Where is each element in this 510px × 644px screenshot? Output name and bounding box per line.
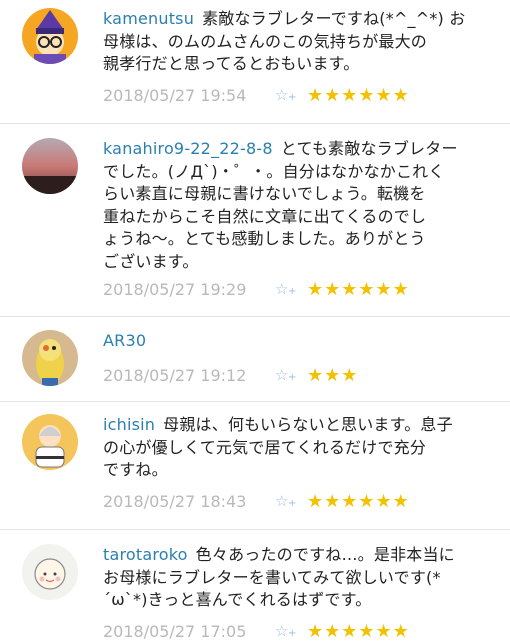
user-avatar-tarotaroko[interactable]: [22, 544, 78, 600]
user-avatar-ichisin[interactable]: [22, 414, 78, 470]
comment-body: kamenutsu 素敵なラブレターですね(*^_^*) お 母様は、のムのムさん…: [103, 8, 496, 76]
star-outline-icon: ☆: [275, 86, 289, 104]
username-link[interactable]: AR30: [103, 331, 146, 350]
comment-body: tarotaroko 色々あったのですね…。是非本当に お母様にラブレターを書いて…: [103, 544, 496, 612]
comment-text-line: 重ねたからこそ自然に文章に出てくるのでし: [103, 206, 427, 226]
comment-text-line: でした。(ノД`)・゜・。自分はなかなかこれく: [103, 161, 445, 181]
star-outline-icon: ☆: [275, 622, 289, 640]
comment-body: kanahiro9-22_22-8-8 とても素敵なラブレター でした。(ノД`)…: [103, 138, 496, 273]
divider: [0, 123, 510, 124]
star-rating: ★★★★★★: [307, 620, 410, 642]
comment-list: kamenutsu 素敵なラブレターですね(*^_^*) お 母様は、のムのムさん…: [0, 0, 510, 642]
user-avatar-AR30[interactable]: [22, 330, 78, 386]
timestamp: 2018/05/27 19:12: [103, 365, 247, 385]
star-rating: ★★★★★★: [307, 84, 410, 106]
parrot-avatar-icon: [22, 330, 78, 386]
sunset-sky-avatar-icon: [22, 138, 78, 194]
comment-text-line: 母様は、のムのムさんのこの気持ちが最大の: [103, 31, 428, 51]
comment-body: ichisin 母親は、何もいらないと思います。息子 の心が優しくて元気で居てくれ…: [103, 414, 496, 482]
username-link[interactable]: kamenutsu: [103, 9, 194, 28]
add-star-button[interactable]: ☆ +: [275, 491, 301, 511]
star-outline-icon: ☆: [275, 492, 289, 510]
username-link[interactable]: kanahiro9-22_22-8-8: [103, 139, 273, 158]
divider: [0, 401, 510, 402]
divider: [0, 529, 510, 530]
star-outline-icon: ☆: [275, 280, 289, 298]
comment-meta: 2018/05/27 18:43 ☆ + ★★★★★★: [103, 490, 410, 512]
add-star-button[interactable]: ☆ +: [275, 279, 301, 299]
add-star-button[interactable]: ☆ +: [275, 365, 301, 385]
add-star-button[interactable]: ☆ +: [275, 85, 301, 105]
comment-text-line: ´ω`*)きっと喜んでくれるはずです。: [103, 590, 372, 609]
comment-meta: 2018/05/27 19:54 ☆ + ★★★★★★: [103, 84, 410, 106]
divider: [0, 316, 510, 317]
comment-text-line: とても素敵なラブレター: [280, 139, 458, 158]
martial-artist-avatar-icon: [22, 414, 78, 470]
comment-text-line: ょうね〜。とても感動しました。ありがとう: [103, 229, 426, 248]
cartoon-person-avatar-icon: [22, 8, 78, 64]
comment-text-line: 素敵なラブレターですね(*^_^*) お: [202, 9, 466, 28]
plus-icon: +: [288, 628, 297, 639]
timestamp: 2018/05/27 19:29: [103, 279, 247, 299]
baby-sketch-avatar-icon: [22, 544, 78, 600]
user-avatar-kanahiro9-22_22-8-8[interactable]: [22, 138, 78, 194]
comment-text-line: の心が優しくて元気で居てくれるだけで充分: [103, 437, 427, 457]
username-link[interactable]: tarotaroko: [103, 545, 188, 564]
add-star-button[interactable]: ☆ +: [275, 621, 301, 641]
comment-meta: 2018/05/27 19:29 ☆ + ★★★★★★: [103, 278, 410, 300]
timestamp: 2018/05/27 18:43: [103, 491, 247, 511]
timestamp: 2018/05/27 19:54: [103, 85, 247, 105]
plus-icon: +: [288, 498, 297, 509]
comment-body: AR30: [103, 330, 496, 353]
comment-meta: 2018/05/27 17:05 ☆ + ★★★★★★: [103, 620, 410, 642]
star-rating: ★★★★★★: [307, 278, 410, 300]
comment-text-line: 親孝行だと思ってるとおもいます。: [103, 54, 360, 73]
comment-text-line: ございます。: [103, 251, 199, 271]
comment-text-line: お母様にラブレターを書いてみて欲しいです(*: [103, 567, 441, 587]
plus-icon: +: [288, 92, 297, 103]
plus-icon: +: [288, 372, 297, 383]
username-link[interactable]: ichisin: [103, 415, 155, 434]
star-rating: ★★★: [307, 364, 359, 386]
comment-text-line: 色々あったのですね…。是非本当に: [195, 545, 455, 564]
comment-meta: 2018/05/27 19:12 ☆ + ★★★: [103, 364, 358, 386]
star-rating: ★★★★★★: [307, 490, 410, 512]
star-outline-icon: ☆: [275, 366, 289, 384]
plus-icon: +: [288, 286, 297, 297]
comment-text-line: 母親は、何もいらないと思います。息子: [163, 415, 453, 434]
user-avatar-kamenutsu[interactable]: [22, 8, 78, 64]
timestamp: 2018/05/27 17:05: [103, 621, 247, 641]
comment-text-line: ですね。: [103, 460, 168, 479]
comment-text-line: らい素直に母親に書けないでしょう。転機を: [103, 184, 426, 203]
